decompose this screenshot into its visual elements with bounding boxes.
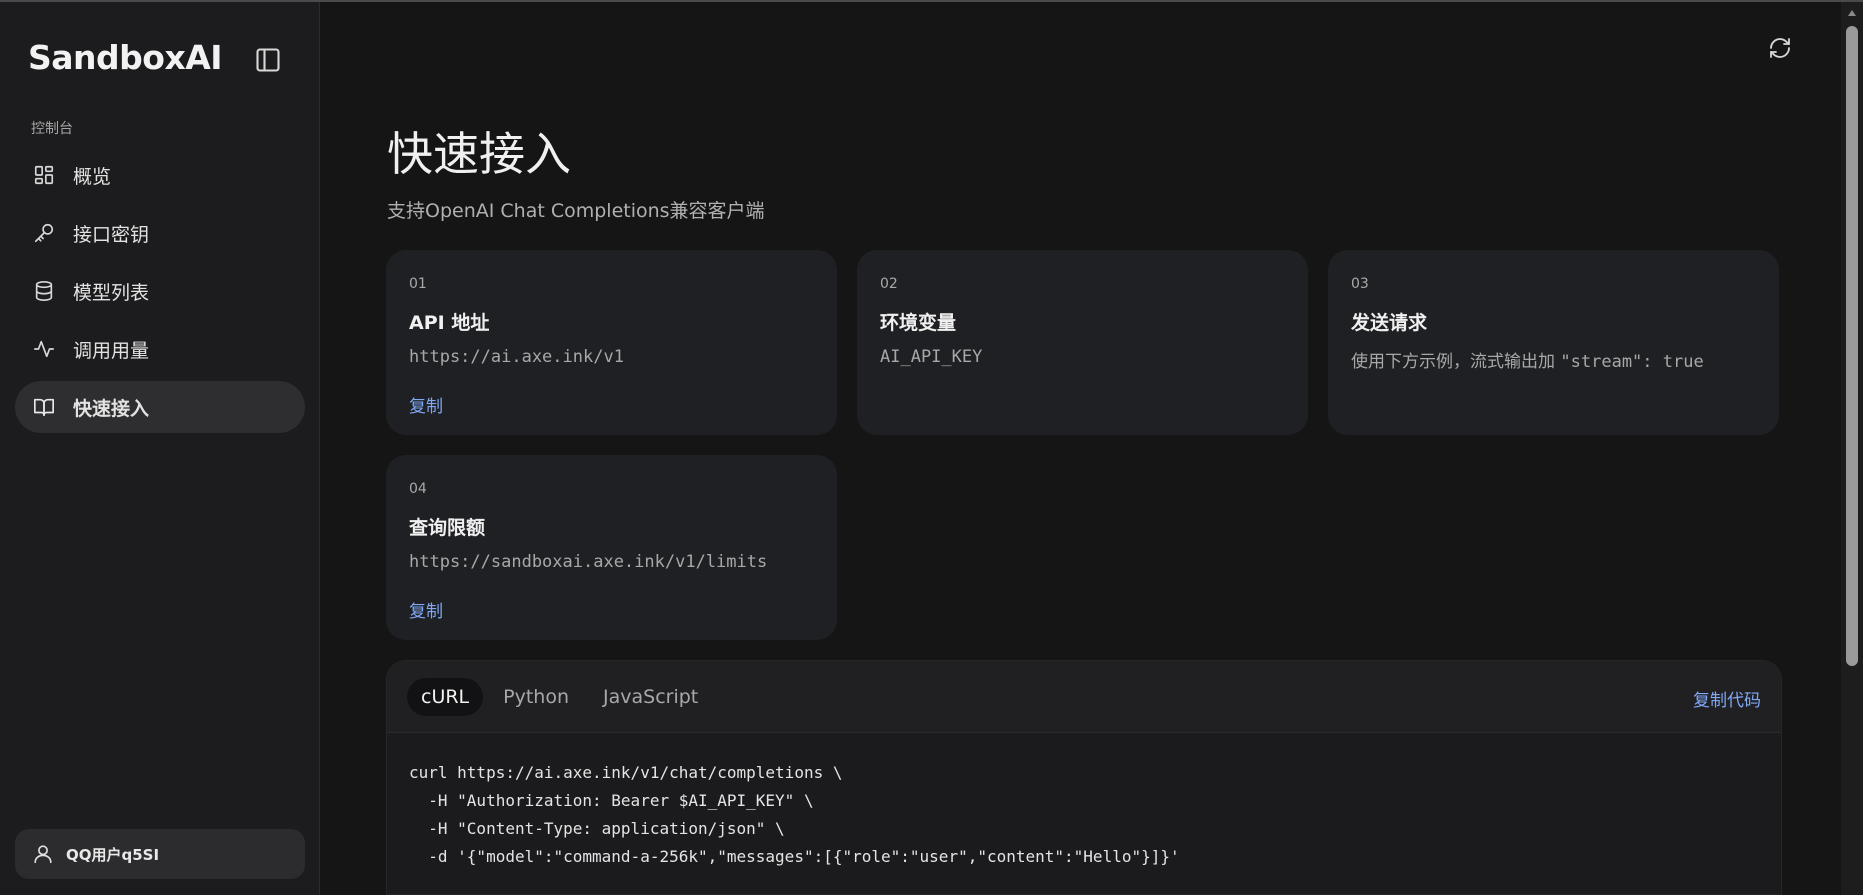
- activity-icon: [33, 338, 55, 360]
- app-window: SandboxAI 控制台 概览 接口密钥 模型列表 调用用量 快速接入 QQ用…: [0, 0, 1863, 895]
- card-number: 03: [1351, 276, 1369, 292]
- card-value: AI_API_KEY: [880, 347, 983, 367]
- sidebar-toggle-icon[interactable]: [254, 46, 282, 74]
- tab-curl[interactable]: cURL: [407, 678, 484, 716]
- code-line: -d '{"model":"command-a-256k","messages"…: [409, 847, 1180, 866]
- database-icon: [33, 280, 55, 302]
- code-line: -H "Authorization: Bearer $AI_API_KEY" \: [409, 791, 814, 810]
- code-example-panel: cURL Python JavaScript 复制代码 curl https:/…: [386, 660, 1782, 895]
- scroll-up-icon[interactable]: [1847, 8, 1857, 18]
- copy-button[interactable]: 复制: [409, 392, 443, 417]
- card-title: 环境变量: [880, 312, 957, 334]
- tab-javascript[interactable]: JavaScript: [589, 678, 712, 716]
- grid-icon: [33, 164, 55, 186]
- card-value: https://ai.axe.ink/v1: [409, 347, 624, 367]
- step-card-send-request: 03 发送请求 使用下方示例，流式输出加 "stream": true: [1328, 250, 1779, 435]
- sidebar-item-models[interactable]: 模型列表: [15, 265, 305, 317]
- section-label-console: 控制台: [31, 121, 73, 137]
- user-icon: [32, 843, 54, 865]
- sidebar-item-label: 模型列表: [73, 281, 150, 304]
- book-icon: [33, 396, 55, 418]
- key-icon: [33, 222, 55, 244]
- sidebar-item-api-keys[interactable]: 接口密钥: [15, 207, 305, 259]
- sidebar-item-label: 调用用量: [73, 339, 150, 362]
- page-title: 快速接入: [387, 127, 571, 181]
- sidebar-item-usage[interactable]: 调用用量: [15, 323, 305, 375]
- scroll-thumb[interactable]: [1846, 26, 1858, 666]
- card-title: 查询限额: [409, 517, 486, 539]
- card-title: API 地址: [409, 312, 490, 334]
- code-line: -H "Content-Type: application/json" \: [409, 819, 785, 838]
- sidebar-item-quickstart[interactable]: 快速接入: [15, 381, 305, 433]
- sidebar-item-label: 概览: [73, 165, 112, 188]
- card-number: 01: [409, 276, 427, 292]
- card-value-text: 使用下方示例，流式输出加: [1351, 352, 1561, 372]
- user-menu[interactable]: QQ用户q5SI: [15, 829, 305, 879]
- code-block: curl https://ai.axe.ink/v1/chat/completi…: [409, 759, 1180, 871]
- main-content: 快速接入 支持OpenAI Chat Completions兼容客户端 01 A…: [321, 2, 1841, 895]
- copy-button[interactable]: 复制: [409, 597, 443, 622]
- card-value: https://sandboxai.axe.ink/v1/limits: [409, 552, 768, 572]
- brand-logo: SandboxAI: [28, 38, 223, 77]
- language-tabs: cURL Python JavaScript: [407, 678, 718, 716]
- sidebar-item-label: 接口密钥: [73, 223, 150, 246]
- sidebar-nav: 概览 接口密钥 模型列表 调用用量 快速接入: [15, 149, 305, 439]
- sidebar-item-overview[interactable]: 概览: [15, 149, 305, 201]
- page-scrollbar[interactable]: [1841, 2, 1863, 895]
- card-value: 使用下方示例，流式输出加 "stream": true: [1351, 347, 1704, 372]
- tab-python[interactable]: Python: [489, 678, 583, 716]
- card-number: 04: [409, 481, 427, 497]
- step-card-api-url: 01 API 地址 https://ai.axe.ink/v1 复制: [386, 250, 837, 435]
- sidebar: SandboxAI 控制台 概览 接口密钥 模型列表 调用用量 快速接入 QQ用…: [0, 2, 320, 895]
- copy-code-button[interactable]: 复制代码: [1693, 686, 1761, 711]
- refresh-icon[interactable]: [1768, 36, 1792, 60]
- user-name: QQ用户q5SI: [66, 845, 160, 864]
- step-card-limits: 04 查询限额 https://sandboxai.axe.ink/v1/lim…: [386, 455, 837, 640]
- sidebar-item-label: 快速接入: [73, 397, 150, 420]
- code-line: curl https://ai.axe.ink/v1/chat/completi…: [409, 763, 843, 782]
- card-number: 02: [880, 276, 898, 292]
- page-subtitle: 支持OpenAI Chat Completions兼容客户端: [387, 200, 765, 222]
- step-card-env-var: 02 环境变量 AI_API_KEY: [857, 250, 1308, 435]
- card-value-code: "stream": true: [1560, 352, 1704, 372]
- card-title: 发送请求: [1351, 312, 1428, 334]
- code-panel-header: cURL Python JavaScript 复制代码: [387, 661, 1781, 733]
